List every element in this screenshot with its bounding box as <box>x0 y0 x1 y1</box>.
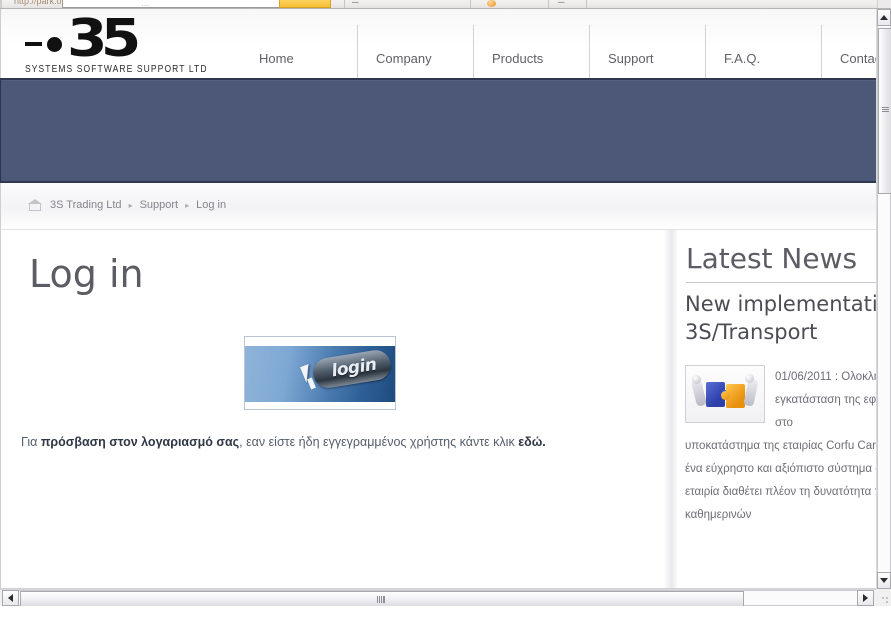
vertical-scroll-thumb[interactable] <box>878 28 891 194</box>
nav-item-company[interactable]: Company <box>357 25 473 78</box>
content-area: Log in login Για πρόσβαση στον λογαριασμ… <box>0 230 876 604</box>
login-prompt-bold: πρόσβαση στον λογαριασμό σας <box>40 435 240 449</box>
browser-go-button[interactable] <box>279 0 331 8</box>
login-prompt-middle: , εαν είστε ήδη εγγεγραμμένος χρήστης κά… <box>239 435 519 449</box>
scroll-up-button[interactable] <box>877 9 891 26</box>
scroll-grip-icon <box>882 107 889 112</box>
chevron-up-icon <box>880 15 888 20</box>
login-banner-image[interactable]: login <box>244 336 396 410</box>
breadcrumb-separator-icon: ▸ <box>185 200 190 210</box>
page-title: Log in <box>29 252 144 296</box>
column-divider <box>663 230 677 604</box>
sidebar-title: Latest News <box>686 242 858 275</box>
nav-item-products[interactable]: Products <box>473 25 589 78</box>
chevron-left-icon <box>8 594 13 602</box>
horizontal-scroll-track[interactable] <box>19 590 857 606</box>
nav-item-faq[interactable]: F.A.Q. <box>705 25 821 78</box>
breadcrumb-item-current: Log in <box>196 199 227 211</box>
web-page: 35 SYSTEMS SOFTWARE SUPPORT LTD Home Com… <box>0 9 876 606</box>
login-instruction-text: Για πρόσβαση στον λογαριασμό σας, εαν εί… <box>21 435 546 449</box>
scroll-grip-icon <box>377 596 385 603</box>
vertical-scrollbar[interactable] <box>876 9 891 606</box>
toolbar-separator-icon <box>344 0 345 8</box>
resize-grip-icon[interactable] <box>881 596 889 604</box>
scroll-down-button[interactable] <box>877 572 891 589</box>
menu-icon[interactable]: ─ <box>352 0 358 8</box>
breadcrumb-separator-icon: ▸ <box>128 200 133 210</box>
browser-toolbar-strip: http://park.org. … ─ ─ <box>0 0 891 9</box>
site-header: 35 SYSTEMS SOFTWARE SUPPORT LTD Home Com… <box>0 9 876 78</box>
address-input-glyph: … <box>141 0 149 8</box>
logo-dash-icon <box>25 42 42 46</box>
nav-item-support[interactable]: Support <box>589 25 705 78</box>
figure-right-head-icon <box>745 374 754 383</box>
breadcrumb-item-root[interactable]: 3S Trading Ltd <box>50 199 122 211</box>
horizontal-scroll-thumb[interactable] <box>20 591 744 606</box>
news-headline[interactable]: New implementation 3S/Transport <box>685 290 876 346</box>
logo-dot-icon <box>47 37 62 52</box>
toolbar-separator-icon <box>548 0 549 8</box>
puzzle-piece-orange-icon <box>721 384 745 408</box>
news-body-rest: υποκατάστημα της εταιρίας Corfu Cars στη… <box>685 440 876 521</box>
news-body-lead: 01/06/2011 : Ολοκληρώθηκε με επιτυχία η … <box>775 371 876 429</box>
scroll-right-button[interactable] <box>857 590 874 606</box>
minimize-icon[interactable]: ─ <box>558 0 564 8</box>
breadcrumb: 3S Trading Ltd ▸ Support ▸ Log in <box>28 199 226 211</box>
home-icon-body <box>29 203 41 211</box>
favicon-dot-icon <box>487 0 496 7</box>
puzzle-pieces-icon <box>685 365 765 423</box>
nav-item-contact[interactable]: Contact <box>821 25 876 78</box>
chevron-right-icon <box>863 594 868 602</box>
scrollbar-corner <box>876 589 891 606</box>
toolbar-separator-icon <box>470 0 471 8</box>
toolbar-separator-icon <box>586 0 587 8</box>
site-logo[interactable]: 35 SYSTEMS SOFTWARE SUPPORT LTD <box>23 9 206 75</box>
browser-address-input[interactable]: … <box>62 0 287 8</box>
chrome-left-edge <box>0 0 2 8</box>
hero-banner <box>0 78 876 183</box>
logo-mark-text: 35 <box>67 9 141 69</box>
breadcrumb-bar: 3S Trading Ltd ▸ Support ▸ Log in <box>0 183 876 230</box>
horizontal-scrollbar[interactable] <box>0 589 876 606</box>
nav-item-home[interactable]: Home <box>241 25 357 78</box>
sidebar-latest-news: Latest News New implementation 3S/Transp… <box>677 230 876 604</box>
breadcrumb-item-support[interactable]: Support <box>140 199 179 211</box>
login-prompt-prefix: Για <box>21 435 41 449</box>
sidebar-title-rule <box>686 282 876 283</box>
scroll-left-button[interactable] <box>2 590 19 606</box>
home-icon[interactable] <box>28 199 42 211</box>
logo-tagline: SYSTEMS SOFTWARE SUPPORT LTD <box>25 63 208 75</box>
page-viewport: 35 SYSTEMS SOFTWARE SUPPORT LTD Home Com… <box>0 9 876 606</box>
login-here-link[interactable]: εδώ. <box>518 435 546 449</box>
chevron-down-icon <box>880 578 888 583</box>
main-column: Log in login Για πρόσβαση στον λογαριασμ… <box>1 230 664 604</box>
figure-left-head-icon <box>692 375 701 384</box>
main-navigation: Home Company Products Support F.A.Q. Con… <box>241 25 876 78</box>
chrome-right-edge <box>877 0 891 8</box>
vertical-scroll-track[interactable] <box>877 26 891 589</box>
